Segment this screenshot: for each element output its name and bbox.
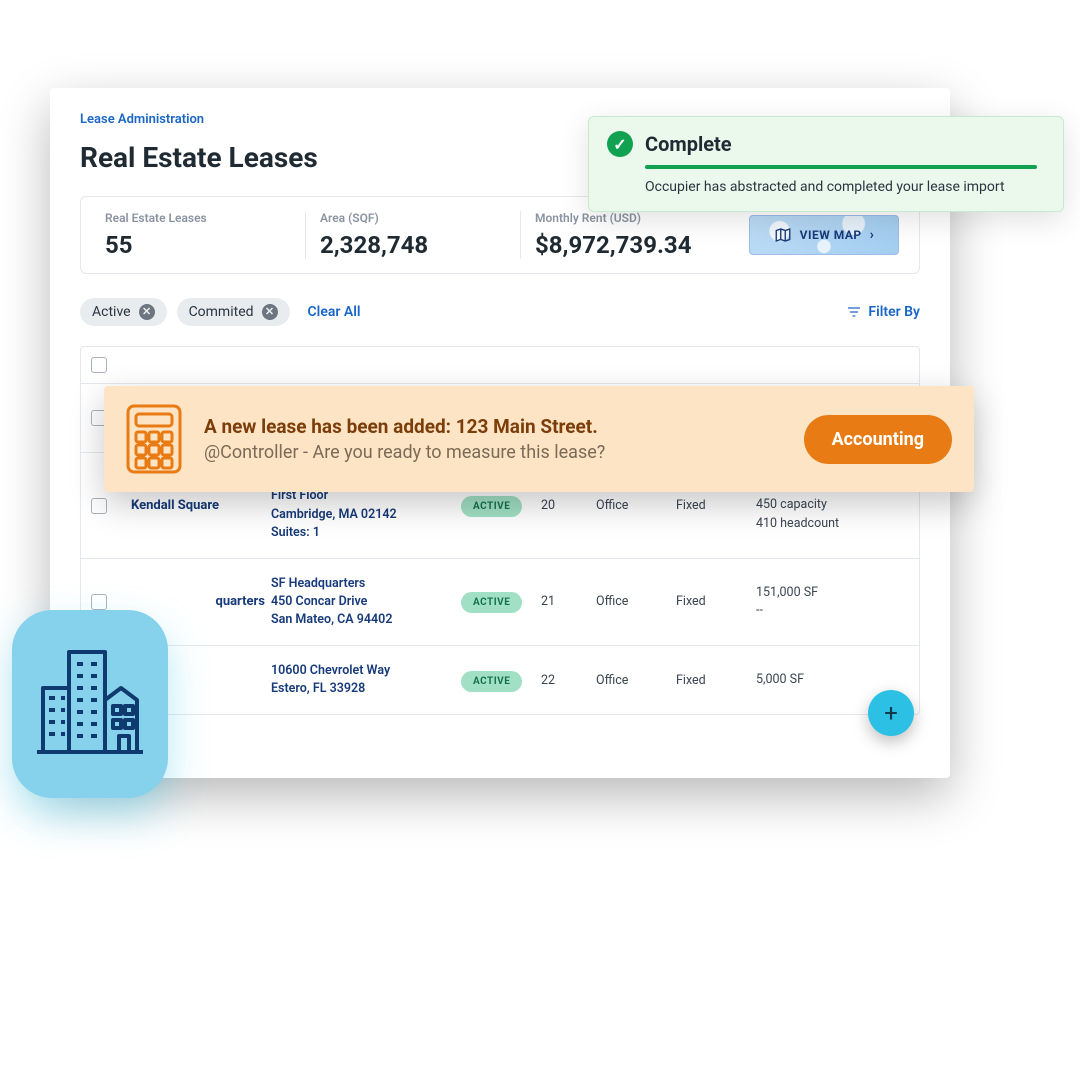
table-header [81,347,919,384]
filter-chip-commited[interactable]: Commited ✕ [177,298,290,326]
lease-num: 21 [541,594,596,609]
stat-leases-value: 55 [105,231,291,259]
row-checkbox[interactable] [91,498,107,514]
accounting-button[interactable]: Accounting [804,415,952,464]
lease-type: Office [596,498,676,513]
select-all-checkbox[interactable] [91,357,107,373]
lease-num: 22 [541,673,596,688]
buildings-icon [12,610,168,798]
lease-num: 20 [541,498,596,513]
view-map-button[interactable]: VIEW MAP › [749,215,899,255]
status-badge: ACTIVE [461,671,522,692]
stat-area-value: 2,328,748 [320,231,506,259]
filter-chip-active[interactable]: Active ✕ [80,298,167,326]
lease-type: Office [596,594,676,609]
close-icon[interactable]: ✕ [139,304,155,320]
status-badge: ACTIVE [461,496,522,517]
row-checkbox[interactable] [91,594,107,610]
filter-chip-label: Active [92,304,131,320]
banner-headline: A new lease has been added: 123 Main Str… [204,415,782,438]
lease-address: 10600 Chevrolet Way Estero, FL 33928 [271,662,461,698]
lease-meta: 5,000 SF [756,671,909,689]
chevron-right-icon: › [870,227,875,243]
table-row[interactable]: quarters SF Headquarters 450 Concar Driv… [81,559,919,646]
stat-leases: Real Estate Leases 55 [91,211,306,259]
stat-area-label: Area (SQF) [320,211,506,225]
status-badge: ACTIVE [461,592,522,613]
table-row[interactable]: 10600 Chevrolet Way Estero, FL 33928 ACT… [81,646,919,714]
toast-title: Complete [645,132,732,156]
banner-subtext: @Controller - Are you ready to measure t… [204,442,782,463]
toast-body: Occupier has abstracted and completed yo… [645,179,1043,195]
lease-name[interactable]: Kendall Square [131,498,271,513]
stat-area: Area (SQF) 2,328,748 [306,211,521,259]
toast-progress-bar [645,165,1037,169]
lease-address: SF Headquarters 450 Concar Drive San Mat… [271,575,461,629]
check-circle-icon: ✓ [607,131,633,157]
filter-by-button[interactable]: Filter By [846,304,920,320]
lease-rent-type: Fixed [676,673,756,688]
lease-name[interactable]: quarters [131,594,271,609]
filter-icon [846,304,862,320]
filter-row: Active ✕ Commited ✕ Clear All Filter By [80,298,920,326]
complete-toast: ✓ Complete Occupier has abstracted and c… [588,116,1064,212]
stat-rent-label: Monthly Rent (USD) [535,211,721,225]
calculator-icon [126,404,182,474]
stat-leases-label: Real Estate Leases [105,211,291,225]
close-icon[interactable]: ✕ [262,304,278,320]
clear-all-button[interactable]: Clear All [308,304,361,320]
new-lease-banner: A new lease has been added: 123 Main Str… [104,386,974,492]
filter-by-label: Filter By [868,304,920,320]
filter-chip-label: Commited [189,304,254,320]
lease-rent-type: Fixed [676,498,756,513]
stat-rent: Monthly Rent (USD) $8,972,739.34 [521,211,735,259]
map-icon [774,226,792,244]
lease-rent-type: Fixed [676,594,756,609]
stat-rent-value: $8,972,739.34 [535,231,721,259]
view-map-label: VIEW MAP [800,228,862,242]
lease-meta: 151,000 SF -- [756,584,909,620]
lease-type: Office [596,673,676,688]
add-fab[interactable]: + [868,690,914,736]
